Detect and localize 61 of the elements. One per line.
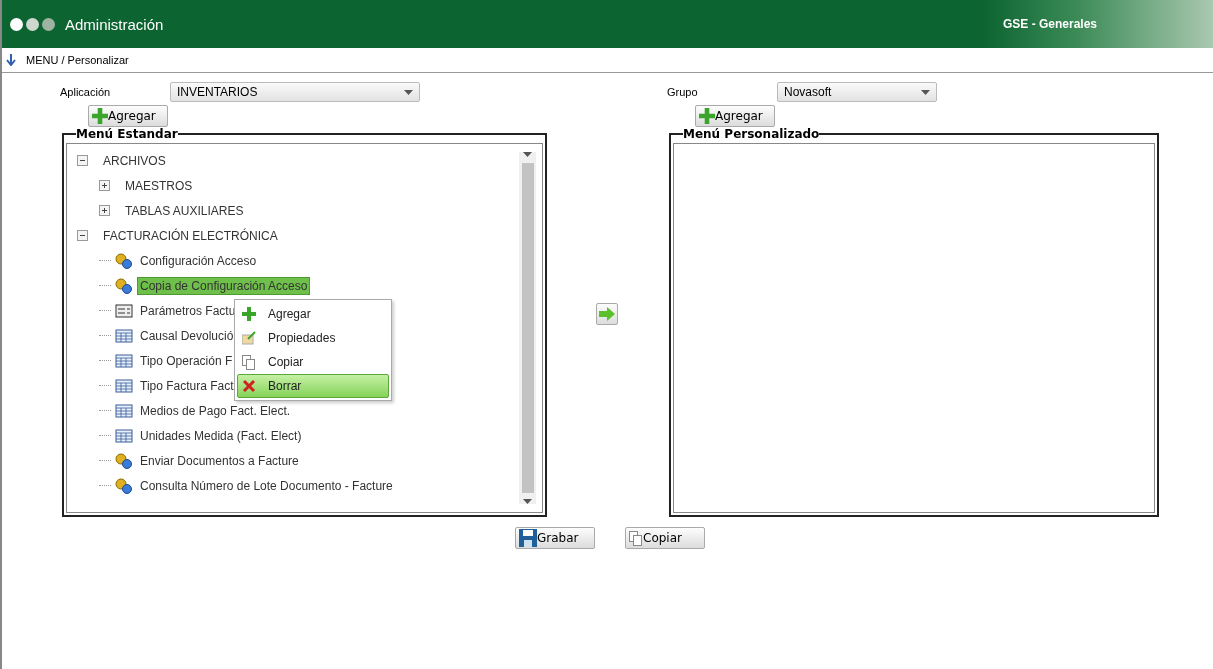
gears-icon xyxy=(115,452,133,469)
menu-item[interactable]: Agregar xyxy=(237,302,389,326)
field-label: Grupo xyxy=(667,86,699,98)
gears-icon xyxy=(115,277,133,294)
caret-icon xyxy=(921,89,930,95)
menu-item[interactable]: Borrar xyxy=(237,374,389,398)
tree-item[interactable]: Enviar Documentos a Facture xyxy=(137,451,302,470)
gears-icon xyxy=(115,252,133,269)
tree-item[interactable]: Consulta Número de Lote Documento - Facture xyxy=(137,476,396,495)
menu-item[interactable]: Copiar xyxy=(237,350,389,374)
tree-item[interactable]: TABLAS AUXILIARES xyxy=(122,201,247,220)
collapse-toggle[interactable] xyxy=(77,230,88,241)
copy-icon xyxy=(242,354,256,370)
edit-icon xyxy=(242,331,256,345)
breadcrumb: MENU / Personalizar xyxy=(26,54,129,66)
plus-icon xyxy=(699,108,715,124)
tree-item[interactable]: Medios de Pago Fact. Elect. xyxy=(137,401,294,420)
add-button[interactable]: Agregar xyxy=(695,105,775,127)
brand-text: GSE - Generales xyxy=(1003,17,1098,31)
copy-button[interactable]: Copiar xyxy=(625,527,705,549)
application-dropdown[interactable]: INVENTARIOS xyxy=(170,82,420,102)
plus-icon xyxy=(92,108,108,124)
tree-item[interactable]: ARCHIVOS xyxy=(100,151,169,170)
arrow-right-icon xyxy=(599,307,615,321)
plus-icon xyxy=(242,307,256,321)
table-icon xyxy=(115,328,133,343)
caret-icon xyxy=(523,152,532,157)
expand-toggle[interactable] xyxy=(99,180,110,191)
tree-item[interactable]: Causal Devolució xyxy=(137,326,237,345)
tree-item[interactable]: Unidades Medida (Fact. Elect) xyxy=(137,426,305,445)
form-icon xyxy=(115,303,133,318)
window-dot[interactable] xyxy=(42,17,55,31)
copy-icon xyxy=(629,530,643,546)
tree-item[interactable]: Configuración Acceso xyxy=(137,251,260,270)
panel-title: Menú Personalizado xyxy=(683,127,820,141)
tree-item[interactable]: FACTURACIÓN ELECTRÓNICA xyxy=(100,226,281,245)
expand-toggle[interactable] xyxy=(99,205,110,216)
panel-title: Menú Estandar xyxy=(76,127,178,141)
window-dot[interactable] xyxy=(10,17,23,31)
window-title: Administración xyxy=(65,15,164,33)
save-button[interactable]: Grabar xyxy=(515,527,595,549)
gears-icon xyxy=(115,477,133,494)
field-label: Aplicación xyxy=(60,86,112,98)
tree-item[interactable]: Tipo Operación F xyxy=(137,351,236,370)
tree-item[interactable]: MAESTROS xyxy=(122,176,196,195)
save-icon xyxy=(519,529,537,547)
collapse-toggle[interactable] xyxy=(77,155,88,166)
caret-icon xyxy=(523,499,532,504)
tree-item[interactable]: Copia de Configuración Acceso xyxy=(137,276,311,295)
table-icon xyxy=(115,428,133,443)
arrow-down-icon xyxy=(6,54,16,66)
caret-icon xyxy=(404,89,413,95)
table-icon xyxy=(115,403,133,418)
group-dropdown[interactable]: Novasoft xyxy=(777,82,937,102)
menu-item[interactable]: Propiedades xyxy=(237,326,389,350)
table-icon xyxy=(115,353,133,368)
table-icon xyxy=(115,378,133,393)
add-button[interactable]: Agregar xyxy=(88,105,168,127)
scrollbar[interactable] xyxy=(519,152,536,504)
delete-icon xyxy=(242,379,256,393)
window-dot[interactable] xyxy=(26,17,39,31)
